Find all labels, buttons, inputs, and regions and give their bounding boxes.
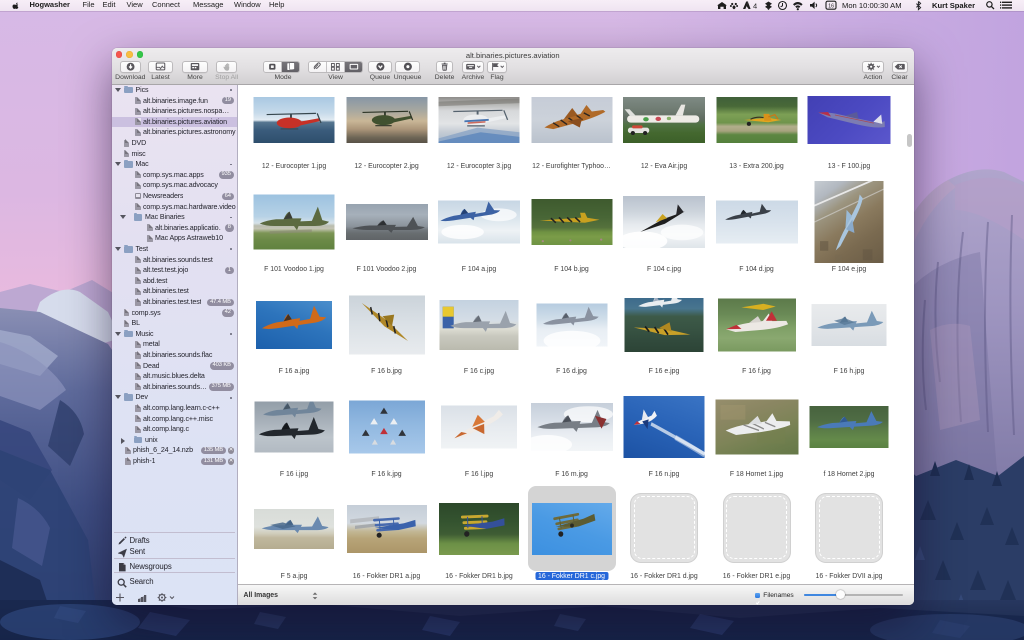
svg-text:4: 4: [753, 2, 757, 11]
svg-text:Kurt Spaker: Kurt Spaker: [932, 1, 975, 10]
svg-text:Mon 10:00:30 AM: Mon 10:00:30 AM: [842, 1, 902, 10]
svg-text:16: 16: [828, 4, 834, 10]
